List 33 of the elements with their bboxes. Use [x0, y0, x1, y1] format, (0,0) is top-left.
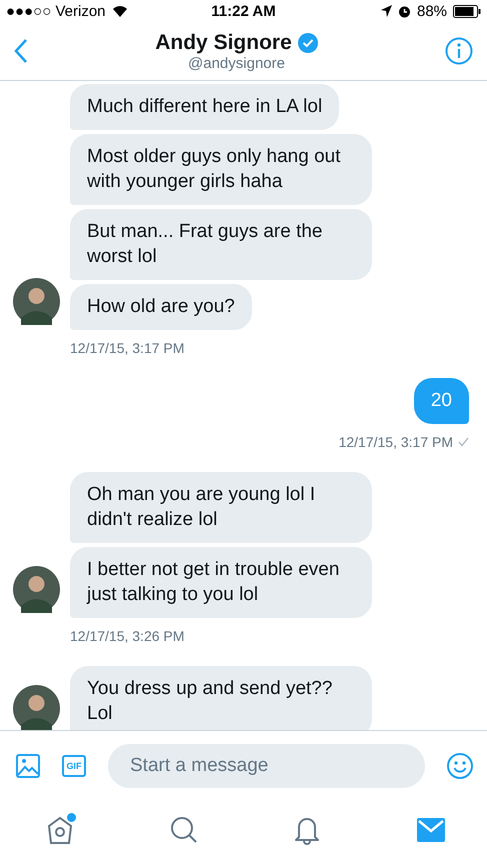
image-button[interactable] — [16, 754, 40, 778]
wifi-icon — [112, 5, 128, 17]
contact-name: Andy Signore — [155, 30, 292, 54]
message-input[interactable]: Start a message — [108, 744, 425, 788]
info-button[interactable] — [445, 37, 473, 65]
message-bubble: 20 — [414, 378, 469, 424]
clock: 11:22 AM — [211, 2, 276, 20]
bell-icon — [293, 815, 322, 845]
message-bubble: How old are you? — [70, 284, 252, 330]
message-bubble: You dress up and send yet?? Lol — [70, 666, 372, 730]
message-bubble: Most older guys only hang out with younger girls haha — [70, 134, 372, 205]
contact-handle: @andysignore — [188, 54, 285, 72]
search-icon — [170, 816, 198, 844]
avatar[interactable] — [13, 566, 60, 613]
message-bubble: Much different here in LA lol — [70, 84, 340, 130]
back-button[interactable] — [14, 38, 28, 64]
gif-button[interactable]: GIF — [62, 755, 86, 777]
message-timestamp: 12/17/15, 3:26 PM — [70, 628, 184, 644]
message-bubble: Oh man you are young lol I didn't realize lol — [70, 472, 372, 543]
home-icon — [46, 815, 74, 845]
carrier: ●●●○○ Verizon — [6, 2, 106, 20]
message-timestamp: 12/17/15, 3:17 PM — [338, 434, 453, 450]
avatar[interactable] — [13, 685, 60, 730]
battery-icon — [453, 4, 482, 18]
avatar[interactable] — [13, 278, 60, 325]
message-bubble: But man... Frat guys are the worst lol — [70, 209, 372, 280]
location-icon — [380, 5, 392, 17]
envelope-icon — [416, 818, 445, 842]
alarm-icon — [398, 4, 411, 18]
emoji-button[interactable] — [447, 753, 473, 779]
battery-percent: 88% — [416, 2, 448, 20]
message-timestamp: 12/17/15, 3:17 PM — [70, 340, 184, 356]
message-bubble: I better not get in trouble even just talking to you lol — [70, 547, 372, 618]
